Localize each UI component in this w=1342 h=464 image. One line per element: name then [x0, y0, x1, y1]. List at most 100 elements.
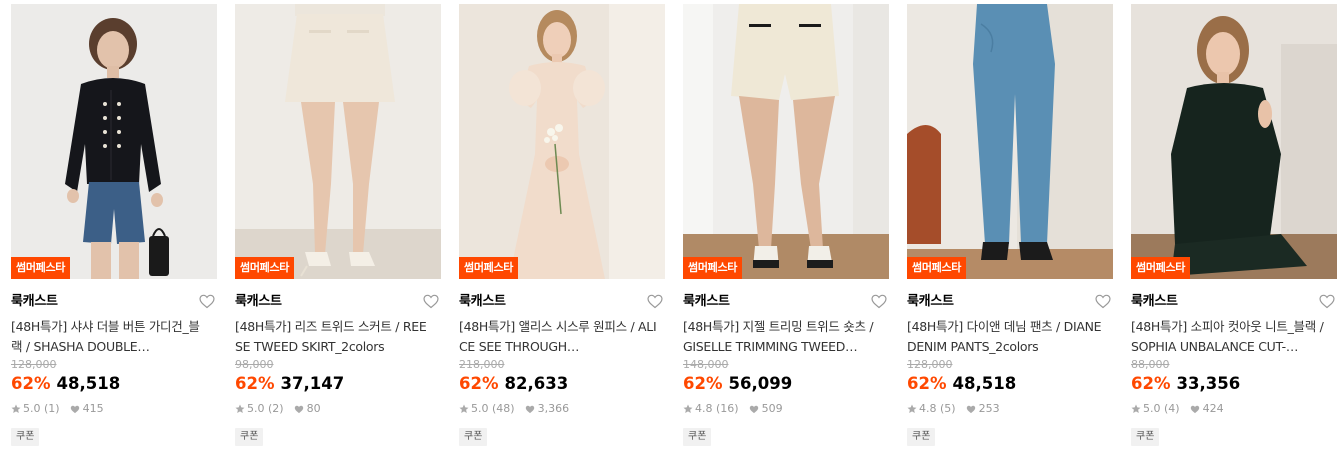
product-image[interactable]: 썸머페스타 — [1131, 4, 1337, 279]
original-price: 128,000 — [11, 358, 57, 371]
heart-filled-icon — [525, 405, 534, 413]
sale-price: 56,099 — [728, 374, 793, 393]
brand-name[interactable]: 룩캐스트 — [235, 293, 441, 311]
coupon-badge: 쿠폰 — [1131, 428, 1160, 446]
rating-text: 4.8 (5) — [919, 402, 956, 415]
discount-rate: 62% — [1131, 374, 1171, 393]
product-name[interactable]: [48H특가] 샤샤 더블 버튼 가디건_블랙 / SHASHA DOUBLE… — [11, 317, 217, 357]
heart-filled-icon — [966, 405, 975, 413]
discount-rate: 62% — [235, 374, 275, 393]
star-icon — [683, 404, 693, 413]
product-image[interactable]: 썸머페스타 — [907, 4, 1113, 279]
heart-icon[interactable] — [647, 294, 663, 309]
original-price: 98,000 — [235, 358, 274, 371]
sale-price: 37,147 — [280, 374, 345, 393]
price-row: 62% 48,518 — [907, 373, 1113, 395]
brand-name[interactable]: 룩캐스트 — [1131, 293, 1337, 311]
promo-badge: 썸머페스타 — [683, 257, 743, 279]
product-name[interactable]: [48H특가] 다이앤 데님 팬츠 / DIANE DENIM PANTS_2c… — [907, 317, 1113, 357]
product-image[interactable]: 썸머페스타 — [235, 4, 441, 279]
product-card[interactable]: 썸머페스타 룩캐스트 [48H특가] 다이앤 데님 팬츠 / DIANE DEN… — [907, 4, 1113, 460]
heart-filled-icon — [1190, 405, 1199, 413]
heart-icon[interactable] — [871, 294, 887, 309]
star-icon — [907, 404, 917, 413]
meta-row: 5.0 (2) 80 — [235, 402, 441, 416]
heart-icon[interactable] — [199, 294, 215, 309]
price-row: 62% 48,518 — [11, 373, 217, 395]
rating-text: 5.0 (48) — [471, 402, 515, 415]
rating-text: 4.8 (16) — [695, 402, 739, 415]
original-price: 128,000 — [907, 358, 953, 371]
discount-rate: 62% — [459, 374, 499, 393]
star-icon — [11, 404, 21, 413]
brand-row: 룩캐스트 — [11, 293, 217, 311]
price-row: 62% 82,633 — [459, 373, 665, 395]
brand-row: 룩캐스트 — [1131, 293, 1337, 311]
product-card[interactable]: 썸머페스타 룩캐스트 [48H특가] 리즈 트위드 스커트 / REESE TW… — [235, 4, 441, 460]
price-row: 62% 37,147 — [235, 373, 441, 395]
likes-count: 509 — [761, 402, 783, 415]
product-image[interactable]: 썸머페스타 — [459, 4, 665, 279]
meta-row: 5.0 (1) 415 — [11, 402, 217, 416]
product-name[interactable]: [48H특가] 소피아 컷아웃 니트_블랙 / SOPHIA UNBALANCE… — [1131, 317, 1337, 357]
original-price: 148,000 — [683, 358, 729, 371]
star-icon — [235, 404, 245, 413]
product-name[interactable]: [48H특가] 리즈 트위드 스커트 / REESE TWEED SKIRT_2… — [235, 317, 441, 357]
heart-filled-icon — [294, 405, 303, 413]
brand-name[interactable]: 룩캐스트 — [459, 293, 665, 311]
brand-name[interactable]: 룩캐스트 — [683, 293, 889, 311]
coupon-badge: 쿠폰 — [11, 428, 40, 446]
rating-text: 5.0 (4) — [1143, 402, 1180, 415]
price-row: 62% 33,356 — [1131, 373, 1337, 395]
heart-icon[interactable] — [1319, 294, 1335, 309]
brand-row: 룩캐스트 — [907, 293, 1113, 311]
sale-price: 82,633 — [504, 374, 569, 393]
likes-count: 415 — [82, 402, 104, 415]
product-card[interactable]: 썸머페스타 룩캐스트 [48H특가] 샤샤 더블 버튼 가디건_블랙 / SHA… — [11, 4, 217, 460]
product-name[interactable]: [48H특가] 앨리스 시스루 원피스 / ALICE SEE THROUGH… — [459, 317, 665, 357]
brand-row: 룩캐스트 — [459, 293, 665, 311]
likes-count: 253 — [978, 402, 1000, 415]
sale-price: 48,518 — [56, 374, 121, 393]
coupon-badge: 쿠폰 — [235, 428, 264, 446]
heart-filled-icon — [70, 405, 79, 413]
discount-rate: 62% — [683, 374, 723, 393]
promo-badge: 썸머페스타 — [459, 257, 519, 279]
likes-count: 3,366 — [537, 402, 570, 415]
heart-icon[interactable] — [423, 294, 439, 309]
original-price: 218,000 — [459, 358, 505, 371]
heart-icon[interactable] — [1095, 294, 1111, 309]
product-photo — [1131, 4, 1337, 279]
product-image[interactable]: 썸머페스타 — [11, 4, 217, 279]
product-photo — [907, 4, 1113, 279]
product-card[interactable]: 썸머페스타 룩캐스트 [48H특가] 앨리스 시스루 원피스 / ALICE S… — [459, 4, 665, 460]
star-icon — [1131, 404, 1141, 413]
product-image[interactable]: 썸머페스타 — [683, 4, 889, 279]
discount-rate: 62% — [11, 374, 51, 393]
brand-row: 룩캐스트 — [235, 293, 441, 311]
coupon-badge: 쿠폰 — [907, 428, 936, 446]
meta-row: 5.0 (48) 3,366 — [459, 402, 665, 416]
coupon-badge: 쿠폰 — [683, 428, 712, 446]
brand-name[interactable]: 룩캐스트 — [11, 293, 217, 311]
promo-badge: 썸머페스타 — [11, 257, 71, 279]
star-icon — [459, 404, 469, 413]
brand-row: 룩캐스트 — [683, 293, 889, 311]
meta-row: 4.8 (5) 253 — [907, 402, 1113, 416]
product-grid: 썸머페스타 룩캐스트 [48H특가] 샤샤 더블 버튼 가디건_블랙 / SHA… — [0, 0, 1342, 464]
product-card[interactable]: 썸머페스타 룩캐스트 [48H특가] 소피아 컷아웃 니트_블랙 / SOPHI… — [1131, 4, 1337, 460]
sale-price: 48,518 — [952, 374, 1017, 393]
heart-filled-icon — [749, 405, 758, 413]
product-card[interactable]: 썸머페스타 룩캐스트 [48H특가] 지젤 트리밍 트위드 숏츠 / GISEL… — [683, 4, 889, 460]
promo-badge: 썸머페스타 — [907, 257, 967, 279]
likes-count: 80 — [306, 402, 321, 415]
product-photo — [235, 4, 441, 279]
promo-badge: 썸머페스타 — [235, 257, 295, 279]
price-row: 62% 56,099 — [683, 373, 889, 395]
brand-name[interactable]: 룩캐스트 — [907, 293, 1113, 311]
sale-price: 33,356 — [1176, 374, 1241, 393]
product-name[interactable]: [48H특가] 지젤 트리밍 트위드 숏츠 / GISELLE TRIMMING… — [683, 317, 889, 357]
coupon-badge: 쿠폰 — [459, 428, 488, 446]
product-photo — [11, 4, 217, 279]
product-photo — [459, 4, 665, 279]
